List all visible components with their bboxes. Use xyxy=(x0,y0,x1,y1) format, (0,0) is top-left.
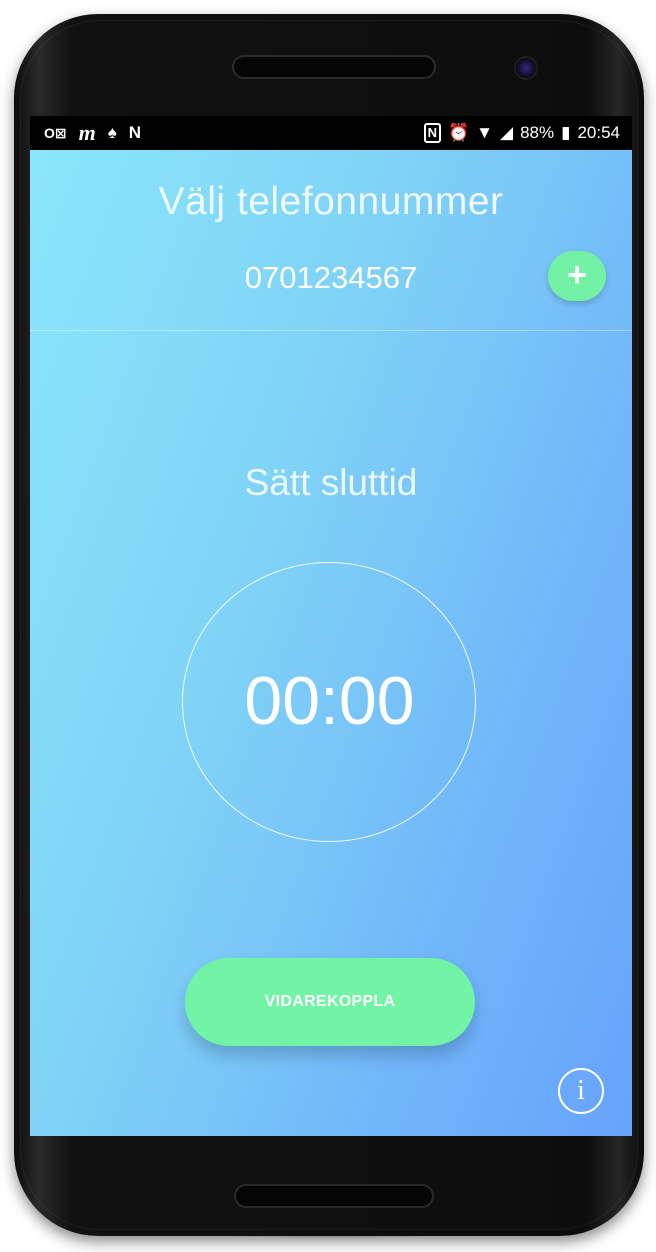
plus-icon: + xyxy=(567,256,587,294)
phone-number-selector[interactable]: 0701234567 xyxy=(30,260,632,296)
battery-percent: 88% xyxy=(520,123,555,142)
system-icons: N ⏰ ▼ ◢ 88% ▮ 20:54 xyxy=(423,123,620,143)
snapchat-icon: ♠ xyxy=(107,123,117,142)
signal-icon: ◢ xyxy=(499,123,514,142)
info-button[interactable]: i xyxy=(558,1068,604,1114)
wifi-icon: ▼ xyxy=(476,123,493,142)
notification-icons: O⊠ m ♠ N xyxy=(44,120,142,145)
clock: 20:54 xyxy=(577,123,620,142)
status-bar: O⊠ m ♠ N N ⏰ ▼ ◢ 88% ▮ 20:54 xyxy=(30,116,632,150)
n-app-icon: N xyxy=(128,123,142,142)
page-title: Välj telefonnummer xyxy=(158,180,504,223)
outlook-icon: O⊠ xyxy=(44,125,67,141)
nfc-icon: N xyxy=(423,123,441,143)
divider xyxy=(30,330,632,331)
app-content: Välj telefonnummer 0701234567 + Sätt slu… xyxy=(30,150,632,1136)
info-icon: i xyxy=(577,1075,585,1106)
bottom-speaker xyxy=(234,1184,434,1208)
battery-icon: ▮ xyxy=(561,123,571,142)
m-app-icon: m xyxy=(78,120,96,145)
end-time-heading: Sätt sluttid xyxy=(244,462,418,503)
screen: O⊠ m ♠ N N ⏰ ▼ ◢ 88% ▮ 20:54 Välj telefo… xyxy=(30,116,632,1136)
timer-value[interactable]: 00:00 xyxy=(182,662,477,740)
earpiece-speaker xyxy=(232,55,436,79)
forward-call-button[interactable]: VIDAREKOPPLA xyxy=(185,958,475,1046)
front-camera xyxy=(514,56,538,80)
phone-frame: O⊠ m ♠ N N ⏰ ▼ ◢ 88% ▮ 20:54 Välj telefo… xyxy=(14,14,644,1236)
alarm-icon: ⏰ xyxy=(447,123,470,142)
add-number-button[interactable]: + xyxy=(548,251,606,301)
